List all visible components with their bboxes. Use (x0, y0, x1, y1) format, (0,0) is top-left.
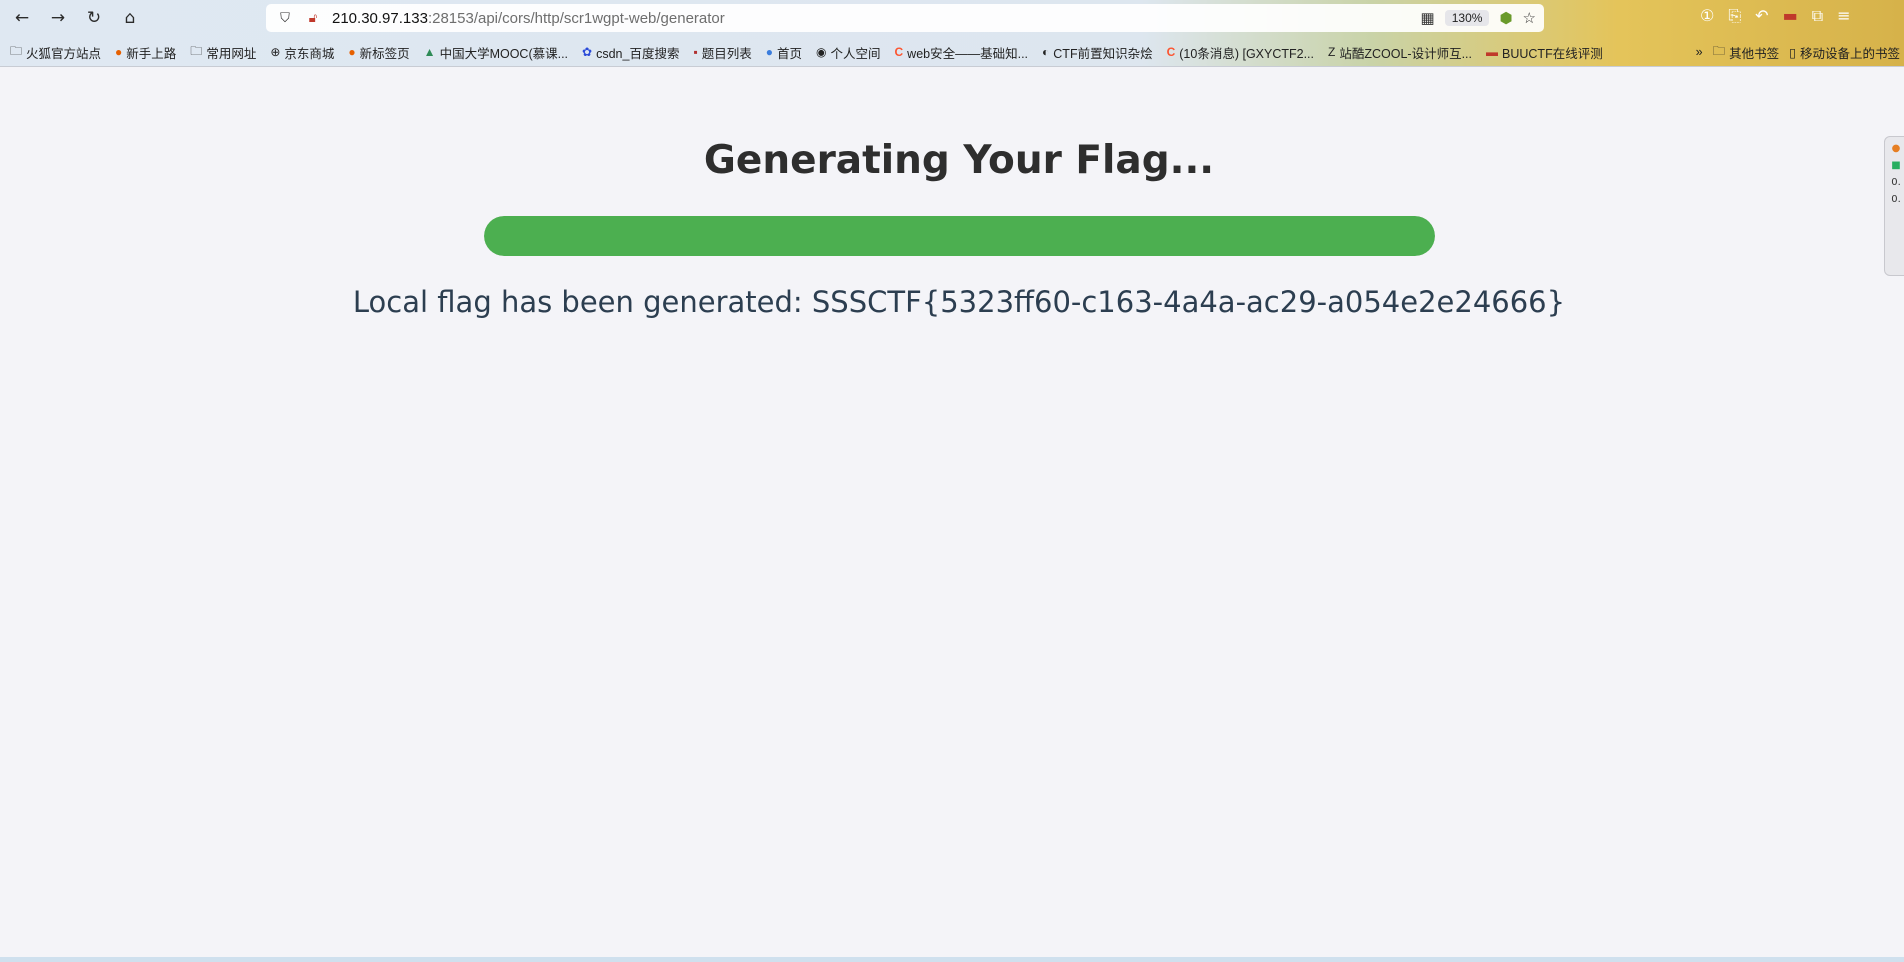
bookmark-item[interactable]: Z 站酷ZCOOL-设计师互... (1328, 43, 1472, 62)
list-icon: ▪ (693, 45, 698, 59)
bookmark-star-icon[interactable]: ☆ (1523, 9, 1536, 27)
globe-icon: ⊕ (270, 45, 281, 59)
bookmark-item[interactable]: 🗀 火狐官方站点 (10, 42, 101, 63)
zoom-level[interactable]: 130% (1444, 10, 1490, 26)
insecure-lock-icon[interactable]: 🔓︎ (304, 9, 322, 27)
widget-green-icon: ■ (1891, 160, 1901, 171)
url-host: 210.30.97.133 (332, 9, 428, 27)
browser-chrome: ← → ↻ ⌂ ⛉ 🔓︎ 210.30.97.133:28153/api/cor… (0, 0, 1904, 67)
page-content: Generating Your Flag... Local flag has b… (0, 67, 1904, 957)
folder-icon: 🗀 (190, 43, 203, 58)
bookmark-item[interactable]: ◉ 个人空间 (816, 43, 881, 62)
bookmark-folder[interactable]: ▯ 移动设备上的书签 (1789, 43, 1900, 62)
baidu-icon: ✿ (582, 45, 593, 59)
progress-fill (484, 216, 1435, 256)
forward-arrow-icon[interactable]: → (40, 0, 76, 36)
bookmark-item[interactable]: ● 新标签页 (348, 43, 409, 62)
bookmarks-bar-right: » 🗀 其他书签 ▯ 移动设备上的书签 (1696, 38, 1904, 66)
bookmark-item[interactable]: ▪ 题目列表 (693, 43, 751, 62)
folder-icon: 🗀 (1712, 43, 1726, 58)
firefox-icon: ● (115, 45, 123, 59)
qr-code-icon[interactable]: ▦ (1421, 9, 1435, 27)
bookmark-item[interactable]: ● 新手上路 (115, 43, 176, 62)
bookmark-folder[interactable]: 🗀 其他书签 (1713, 42, 1780, 63)
mooc-icon: ▲ (423, 45, 436, 59)
undo-icon[interactable]: ↶ (1755, 6, 1768, 26)
menu-icon[interactable]: ≡ (1837, 6, 1850, 26)
extension-icon[interactable]: ⬢ (1499, 9, 1512, 27)
home-page-icon: ● (765, 45, 773, 59)
csdn-icon: C (1166, 45, 1176, 59)
user-icon: ◉ (816, 45, 827, 59)
bookmark-item[interactable]: ◐ CTF前置知识杂烩 (1042, 43, 1153, 62)
mobile-icon: ▯ (1789, 45, 1796, 60)
zcool-icon: Z (1328, 45, 1336, 59)
widget-orange-icon: ● (1891, 143, 1901, 154)
url-path: :28153/api/cors/http/scr1wgpt-web/genera… (427, 9, 725, 27)
bottom-edge (0, 957, 1904, 962)
url-bar[interactable]: ⛉ 🔓︎ 210.30.97.133:28153/api/cors/http/s… (266, 4, 1544, 32)
share-icon[interactable]: ⎘ (1728, 6, 1741, 26)
bookmark-item[interactable]: 🗀 常用网址 (190, 42, 256, 63)
firefox-icon: ● (348, 45, 356, 59)
side-widget[interactable]: ● ■ 0. 0. (1884, 136, 1904, 276)
bookmark-item[interactable]: Cweb安全——基础知... (895, 43, 1029, 62)
bookmark-item[interactable]: C (10条消息) [GXYCTF2... (1167, 43, 1314, 62)
back-arrow-icon[interactable]: ← (4, 0, 40, 36)
account-icon[interactable]: ① (1700, 6, 1714, 26)
bookmark-item[interactable]: ✿ csdn_百度搜索 (582, 43, 679, 62)
reload-icon[interactable]: ↻ (76, 0, 112, 36)
progress-bar (484, 216, 1435, 256)
bookmarks-bar: 🗀 火狐官方站点 ● 新手上路 🗀 常用网址 ⊕ 京东商城 ● 新标签页 ▲ 中国大学MOO… (0, 38, 1904, 66)
bookmark-item[interactable]: ● 首页 (766, 43, 802, 62)
flag-message: Local flag has been generated: SSSCTF{53… (352, 285, 1566, 319)
shield-icon[interactable]: ⛉ (276, 9, 294, 27)
url-actions: ▦ 130% ⬢ ☆ (1421, 7, 1536, 29)
chevron-more-icon[interactable]: » (1696, 45, 1703, 59)
extensions-icon[interactable]: ⧉ (1812, 6, 1823, 26)
extension-toolbar: ① ⎘ ↶ ▬ ⧉ ≡ (1700, 6, 1851, 26)
bookmark-item[interactable]: ▬ BUUCTF在线评测 (1486, 43, 1603, 62)
buu-icon: ▬ (1486, 45, 1499, 59)
ctf-icon: ◐ (1042, 45, 1050, 59)
bookmark-item[interactable]: ▲ 中国大学MOOC(慕课... (424, 43, 568, 62)
home-icon[interactable]: ⌂ (112, 0, 148, 36)
bookmark-item[interactable]: ⊕ 京东商城 (270, 43, 334, 62)
page-title: Generating Your Flag... (703, 138, 1215, 183)
folder-icon: 🗀 (10, 43, 23, 58)
csdn-icon: C (894, 45, 904, 59)
addon-icon[interactable]: ▬ (1783, 6, 1798, 26)
